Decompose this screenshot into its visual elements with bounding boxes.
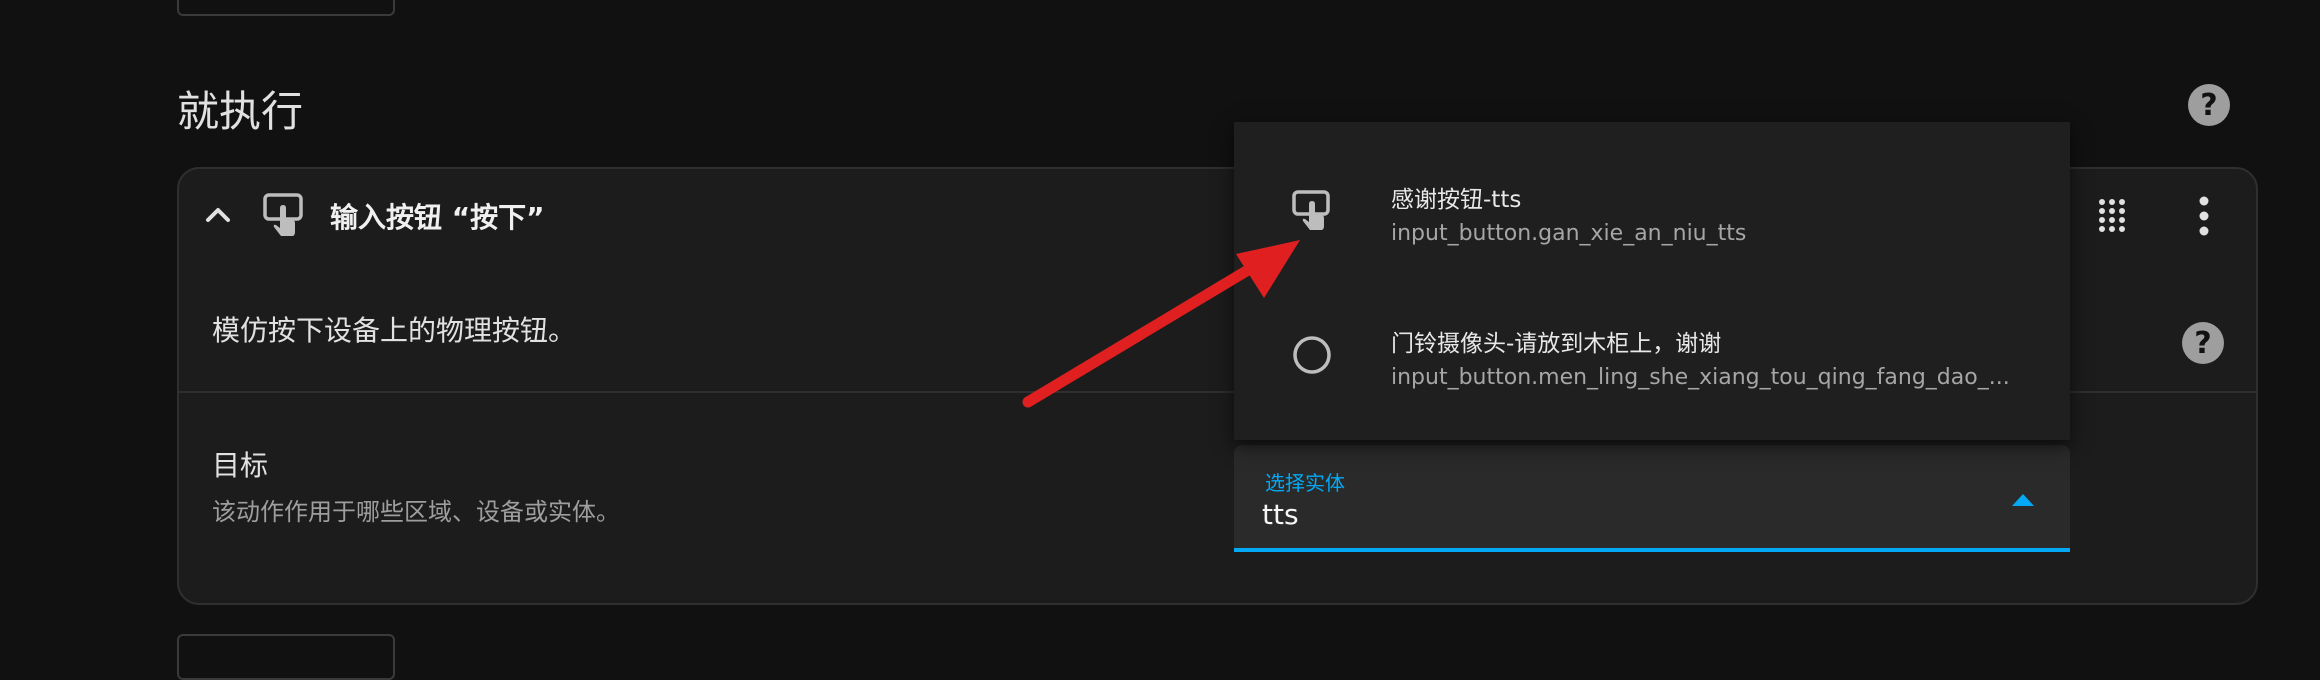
help-icon[interactable]: ? — [2188, 84, 2230, 126]
caret-up-icon[interactable] — [2012, 492, 2034, 506]
entity-search-input[interactable] — [1262, 494, 1962, 534]
next-add-button[interactable] — [177, 634, 395, 680]
chevron-up-icon[interactable] — [203, 200, 233, 230]
option-entity-id[interactable]: input_button.men_ling_she_xiang_tou_qing… — [1391, 365, 2021, 390]
section-title: 就执行 — [177, 87, 304, 136]
entity-dropdown — [1234, 122, 2070, 440]
help-icon[interactable]: ? — [2182, 322, 2224, 364]
option-name[interactable]: 门铃摄像头-请放到木柜上，谢谢 — [1391, 324, 1721, 358]
action-title: 输入按钮 “按下” — [330, 201, 545, 234]
option-entity-id[interactable]: input_button.gan_xie_an_niu_tts — [1391, 221, 1746, 246]
annotation-arrow-icon — [1022, 240, 1300, 408]
entity-picker-label: 选择实体 — [1265, 471, 1345, 495]
gesture-tap-button-icon — [263, 193, 303, 236]
drag-handle-icon[interactable] — [2098, 198, 2126, 234]
previous-add-button[interactable] — [177, 0, 395, 16]
dots-vertical-icon[interactable] — [2196, 196, 2212, 236]
gesture-tap-button-icon — [1292, 190, 1330, 230]
target-description: 该动作作用于哪些区域、设备或实体。 — [212, 498, 620, 526]
option-name[interactable]: 感谢按钮-tts — [1391, 180, 1521, 214]
target-label: 目标 — [212, 449, 269, 482]
action-description: 模仿按下设备上的物理按钮。 — [212, 314, 577, 347]
